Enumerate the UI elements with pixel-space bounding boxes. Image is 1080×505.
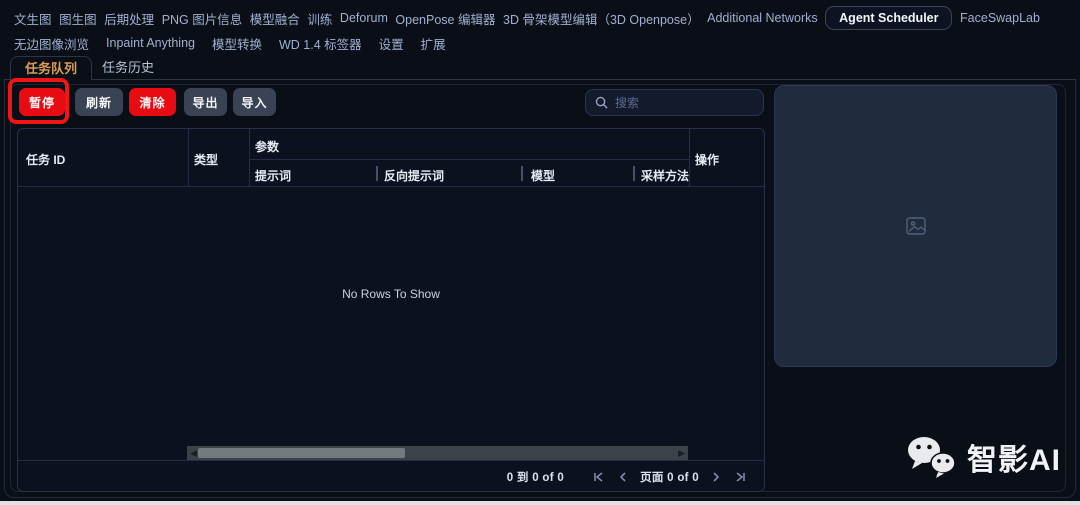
search-icon <box>595 96 608 109</box>
horizontal-scrollbar[interactable]: ◀ ▶ <box>187 446 688 460</box>
tab-model-converter[interactable]: 模型转换 <box>212 34 262 53</box>
scroll-left-arrow-icon[interactable]: ◀ <box>190 447 197 459</box>
first-page-icon[interactable] <box>590 469 606 485</box>
watermark: 智影AI <box>905 434 1061 480</box>
tab-train[interactable]: 训练 <box>307 9 332 28</box>
task-table: 任务 ID 类型 参数 提示词 反向提示词 模型 采样方法 操作 No Rows… <box>17 128 765 492</box>
column-resize-handle[interactable] <box>376 166 378 181</box>
wechat-icon <box>905 434 957 480</box>
main-tab-bar: 文生图 图生图 后期处理 PNG 图片信息 模型融合 训练 Deforum Op… <box>14 5 1040 31</box>
column-header-prompt[interactable]: 提示词 <box>255 167 291 184</box>
pause-button[interactable]: 暂停 <box>19 88 65 116</box>
tab-checkpoint-merger[interactable]: 模型融合 <box>250 9 300 28</box>
column-resize-handle[interactable] <box>633 166 635 181</box>
tab-img2img[interactable]: 图生图 <box>59 9 97 28</box>
export-button[interactable]: 导出 <box>184 88 227 116</box>
pagination-bar: 0 到 0 of 0 页面 0 of 0 <box>18 460 764 493</box>
last-page-icon[interactable] <box>733 469 749 485</box>
app-window: 文生图 图生图 后期处理 PNG 图片信息 模型融合 训练 Deforum Op… <box>0 0 1080 505</box>
params-group-divider <box>249 159 689 160</box>
search-input[interactable] <box>615 95 770 110</box>
scheduler-tab-bar: 任务队列 任务历史 <box>4 56 1076 80</box>
tab-png-info[interactable]: PNG 图片信息 <box>162 9 243 28</box>
tab-faceswaplab[interactable]: FaceSwapLab <box>960 11 1040 25</box>
tab-deforum[interactable]: Deforum <box>340 11 388 25</box>
tab-task-history[interactable]: 任务历史 <box>96 56 160 80</box>
main-tab-bar-row2: 无边图像浏览 Inpaint Anything 模型转换 WD 1.4 标签器 … <box>14 31 446 55</box>
clear-button[interactable]: 清除 <box>129 88 176 116</box>
import-button[interactable]: 导入 <box>233 88 276 116</box>
tab-txt2img[interactable]: 文生图 <box>14 9 52 28</box>
column-header-actions: 操作 <box>695 153 720 167</box>
refresh-button[interactable]: 刷新 <box>75 88 123 116</box>
tab-additional-networks[interactable]: Additional Networks <box>707 11 817 25</box>
tab-inpaint-anything[interactable]: Inpaint Anything <box>106 36 195 50</box>
scrollbar-thumb[interactable] <box>198 448 405 458</box>
column-header-task-id[interactable]: 任务 ID <box>26 151 65 168</box>
tab-3d-openpose[interactable]: 3D 骨架模型编辑（3D Openpose） <box>503 9 700 28</box>
tab-wd14-tagger[interactable]: WD 1.4 标签器 <box>279 34 362 53</box>
empty-state-text: No Rows To Show <box>342 287 440 301</box>
pagination-page-label: 页面 0 of 0 <box>640 472 699 484</box>
tab-infinite-image-browser[interactable]: 无边图像浏览 <box>14 34 89 53</box>
search-box <box>585 89 770 116</box>
table-header: 任务 ID 类型 参数 提示词 反向提示词 模型 采样方法 操作 <box>18 129 764 187</box>
result-preview-panel <box>774 85 1057 367</box>
column-header-model[interactable]: 模型 <box>531 167 555 184</box>
column-resize-handle[interactable] <box>521 166 523 181</box>
tab-agent-scheduler[interactable]: Agent Scheduler <box>825 6 953 30</box>
tab-task-queue[interactable]: 任务队列 <box>10 56 93 80</box>
column-header-type[interactable]: 类型 <box>194 151 218 168</box>
bottom-edge-strip <box>0 501 1080 505</box>
tab-extensions[interactable]: 扩展 <box>421 34 446 53</box>
column-header-negative-prompt[interactable]: 反向提示词 <box>384 167 444 184</box>
tab-openpose-editor[interactable]: OpenPose 编辑器 <box>395 9 495 28</box>
image-placeholder-icon <box>905 217 926 235</box>
tab-settings[interactable]: 设置 <box>379 34 404 53</box>
next-page-icon[interactable] <box>708 469 724 485</box>
column-header-sampler[interactable]: 采样方法 <box>641 167 689 184</box>
watermark-brand-text: 智影AI <box>967 444 1061 477</box>
scroll-right-arrow-icon[interactable]: ▶ <box>678 447 685 459</box>
tab-extras[interactable]: 后期处理 <box>104 9 154 28</box>
column-header-params-group: 参数 <box>255 140 280 154</box>
previous-page-icon[interactable] <box>615 469 631 485</box>
pagination-summary: 0 到 0 of 0 <box>506 472 565 484</box>
